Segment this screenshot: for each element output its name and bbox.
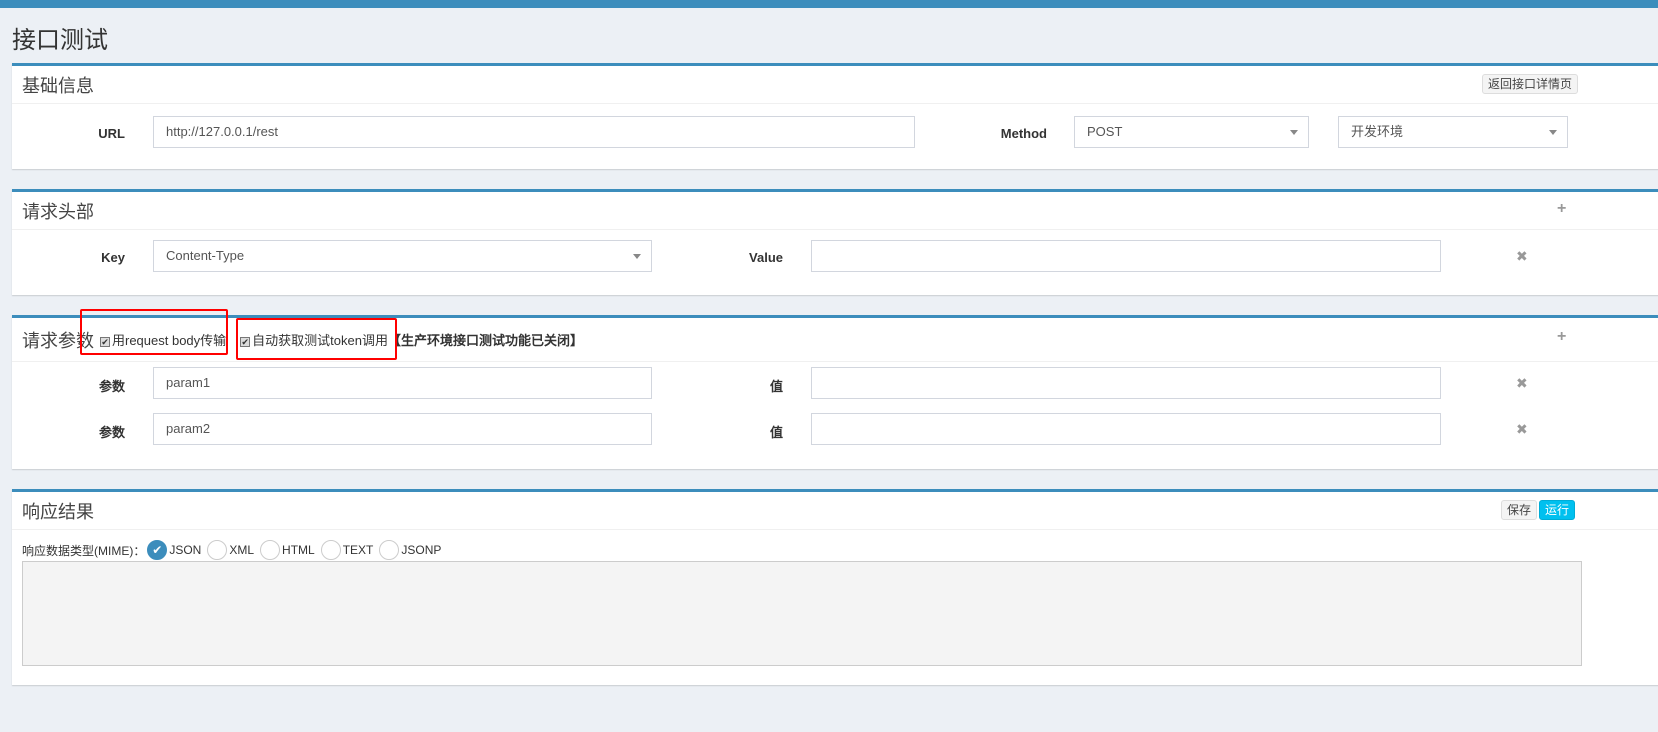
headers-panel: 请求头部 + Key Content-Type Value ✖ <box>12 189 1658 295</box>
add-param-icon[interactable]: + <box>1557 328 1658 346</box>
top-bar <box>0 0 1658 8</box>
panel-title: 请求头部 <box>22 201 94 222</box>
param-value-label: 值 <box>769 379 783 394</box>
radio-label: HTML <box>282 543 315 557</box>
response-panel: 响应结果 保存 运行 响应数据类型(MIME)： ✔ JSON XML HTML … <box>12 489 1658 685</box>
value-label: Value <box>749 250 783 265</box>
panel-title: 基础信息 <box>22 75 94 96</box>
back-to-detail-button[interactable]: 返回接口详情页 <box>1482 74 1579 94</box>
radio-label: XML <box>229 543 255 557</box>
page-title: 接口测试 <box>12 27 108 54</box>
radio-label: TEXT <box>342 543 374 557</box>
radio-label: JSONP <box>401 543 442 557</box>
mime-radio-json[interactable]: ✔ JSON <box>147 540 201 560</box>
param-label: 参数 <box>98 379 125 394</box>
radio-circle <box>379 540 400 560</box>
remove-header-icon[interactable]: ✖ <box>1516 248 1528 265</box>
response-body[interactable] <box>22 561 1582 666</box>
mime-label: 响应数据类型(MIME)： <box>22 543 146 558</box>
key-label: Key <box>101 250 125 265</box>
remove-param-icon[interactable]: ✖ <box>1516 375 1528 392</box>
mime-radio-jsonp[interactable]: JSONP <box>379 540 441 560</box>
panel-title: 响应结果 <box>22 501 94 522</box>
method-select[interactable]: POST <box>1074 116 1309 148</box>
param-value-label: 值 <box>769 425 783 440</box>
header-key-select[interactable]: Content-Type <box>153 240 652 272</box>
param-value-input[interactable] <box>811 367 1441 399</box>
remove-param-icon[interactable]: ✖ <box>1516 421 1528 438</box>
mime-radio-xml[interactable]: XML <box>207 540 254 560</box>
radio-label: JSON <box>169 543 202 557</box>
mime-radio-html[interactable]: HTML <box>260 540 315 560</box>
env-select[interactable]: 开发环境 <box>1338 116 1568 148</box>
production-notice: 【生产环境接口测试功能已关闭】 <box>387 333 583 348</box>
method-label: Method <box>1000 126 1047 141</box>
param-label: 参数 <box>98 425 125 440</box>
check-icon: ✔ <box>147 540 168 560</box>
radio-circle <box>207 540 228 560</box>
header-value-input[interactable] <box>811 240 1441 272</box>
method-value: POST <box>1087 124 1123 139</box>
param-value-input[interactable] <box>811 413 1441 445</box>
param-name-input[interactable]: param1 <box>153 367 652 399</box>
highlight-box <box>236 318 397 360</box>
param-name-input[interactable]: param2 <box>153 413 652 445</box>
highlight-box <box>80 309 228 355</box>
env-value: 开发环境 <box>1351 124 1404 139</box>
save-button[interactable]: 保存 <box>1501 500 1538 520</box>
key-value: Content-Type <box>166 248 245 263</box>
add-header-icon[interactable]: + <box>1557 200 1658 218</box>
radio-circle <box>320 540 341 560</box>
url-input[interactable]: http://127.0.0.1/rest <box>153 116 915 148</box>
url-label: URL <box>98 126 125 141</box>
basic-info-panel: 基础信息 返回接口详情页 URL http://127.0.0.1/rest M… <box>12 63 1658 169</box>
radio-circle <box>260 540 281 560</box>
run-button[interactable]: 运行 <box>1539 500 1576 520</box>
mime-radio-text[interactable]: TEXT <box>320 540 374 560</box>
